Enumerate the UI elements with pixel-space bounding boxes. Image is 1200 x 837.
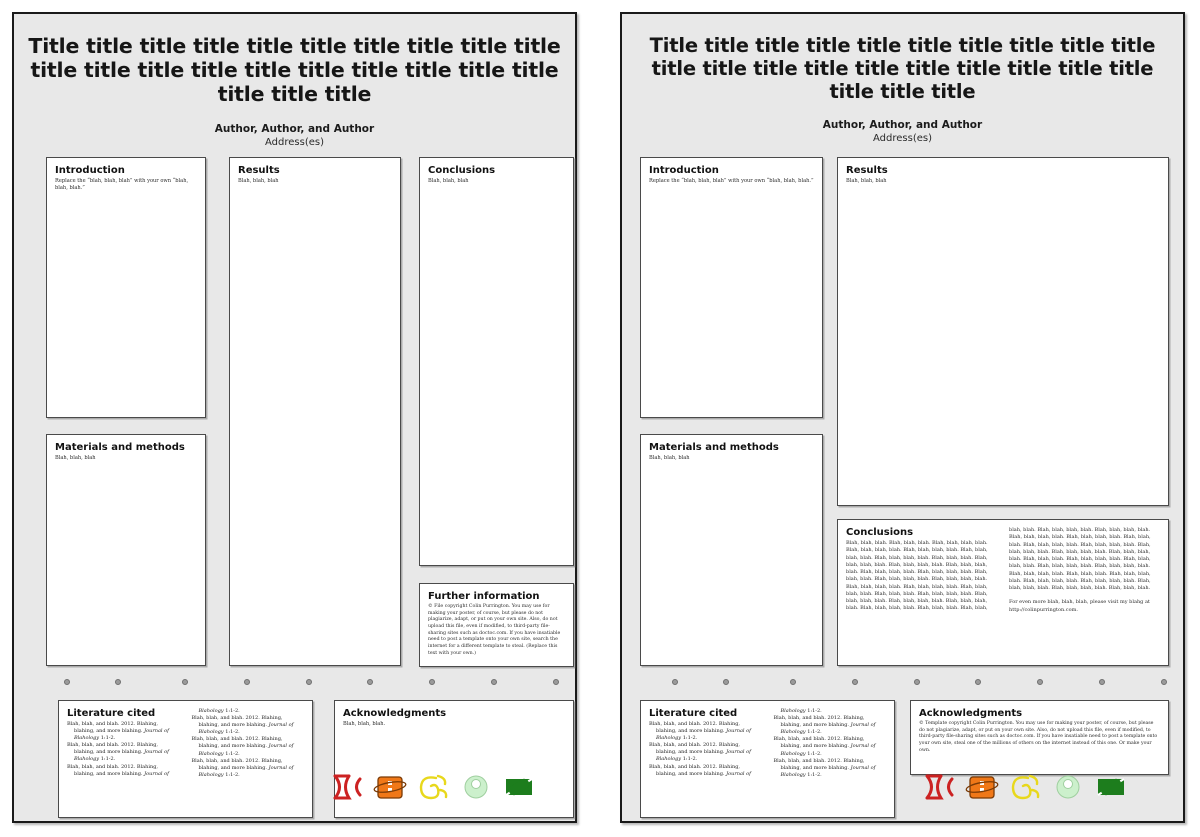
poster-address: Address(es) [873, 133, 932, 144]
guide-dot[interactable] [1160, 679, 1167, 685]
section-title: Conclusions [846, 527, 914, 538]
reference-entry: Blah, blah, and blah. 2012. Blahing, bla… [191, 757, 294, 778]
section-title: Further information [428, 591, 540, 602]
logo-lightgreen-cell-icon [1056, 775, 1080, 799]
reference-entry: Blah, blah, and blah. 2012. Blahing, bla… [67, 721, 169, 742]
reference-entry: Blah, blah, and blah. 2012. Blahing, bla… [649, 742, 751, 763]
poster-variant-left[interactable]: Title title title title title title titl… [12, 12, 577, 823]
section-body: Blah, blah, blah [428, 178, 469, 184]
section-results[interactable]: Results Blah, blah, blah [229, 157, 401, 666]
section-title: Materials and methods [649, 442, 779, 453]
guide-dot[interactable] [1098, 679, 1105, 685]
reference-entry: Blah, blah, and blah. 2012. Blahing, bla… [191, 715, 294, 736]
section-materials-and-methods[interactable]: Materials and methods Blah, blah, blah [640, 434, 823, 666]
section-conclusions[interactable]: Conclusions Blah, blah, blah [419, 157, 574, 566]
section-body: © File copyright Colin Purrington. You m… [428, 604, 561, 656]
section-literature-cited[interactable]: Literature cited Blah, blah, and blah. 2… [640, 700, 895, 818]
guide-dot[interactable] [722, 679, 729, 685]
section-title: Results [238, 165, 280, 176]
section-introduction[interactable]: Introduction Replace the “blah, blah, bl… [46, 157, 206, 418]
logo-darkgreen-capsule-icon [505, 778, 533, 796]
page-title: Title title title title title title titl… [28, 34, 561, 107]
section-body: Blah, blah, blah [55, 455, 96, 461]
poster-comparison-canvas: Title title title title title title titl… [0, 0, 1200, 837]
guide-dot[interactable] [490, 679, 497, 685]
logo-strip [330, 772, 536, 802]
guide-dot[interactable] [1037, 679, 1044, 685]
section-title: Results [846, 165, 888, 176]
section-title: Conclusions [428, 165, 496, 176]
guide-dot[interactable] [244, 679, 250, 685]
logo-red-hourglass-icon [925, 774, 954, 800]
guide-dot[interactable] [552, 679, 559, 685]
guide-dot[interactable] [790, 679, 797, 685]
section-conclusions[interactable]: Conclusions Blah, blah, blah. Blah, blah… [837, 519, 1169, 666]
section-body: © Template copyright Colin Purrington. Y… [919, 721, 1158, 753]
logo-darkgreen-capsule-icon [1097, 778, 1125, 796]
logo-lightgreen-cell-icon [464, 775, 488, 799]
logo-yellow-spiral-icon [1011, 774, 1040, 800]
section-results[interactable]: Results Blah, blah, blah [837, 157, 1169, 506]
guide-dot[interactable] [913, 679, 920, 685]
reference-entry: Blah, blah, and blah. 2012. Blahing, bla… [191, 736, 294, 757]
guide-dot[interactable] [367, 679, 374, 685]
guide-dot[interactable] [429, 679, 436, 685]
section-body: Blah, blah, blah [649, 455, 690, 461]
reference-entry: Blah, blah, and blah. 2012. Blahing, bla… [649, 721, 751, 742]
poster-address: Address(es) [265, 136, 324, 148]
logo-orange-box-icon [965, 776, 999, 799]
section-title: Introduction [649, 165, 719, 176]
section-materials-and-methods[interactable]: Materials and methods Blah, blah, blah [46, 434, 206, 666]
guide-dot[interactable] [672, 679, 679, 685]
section-body: Replace the “blah, blah, blah” with your… [55, 178, 189, 192]
section-body: Blah, blah, blah [238, 178, 279, 184]
reference-entry: Blah, blah, and blah. 2012. Blahing, bla… [773, 757, 876, 778]
blog-note: For even more blah, blah, blah, please v… [1009, 599, 1150, 613]
section-acknowledgments[interactable]: Acknowledgments © Template copyright Col… [910, 700, 1169, 775]
guide-dot[interactable] [114, 679, 121, 685]
section-title: Literature cited [67, 708, 156, 719]
section-title: Materials and methods [55, 442, 185, 453]
section-body: Blah, blah, blah. [343, 721, 386, 727]
logo-yellow-spiral-icon [419, 774, 448, 800]
guide-dot[interactable] [64, 679, 71, 685]
guide-dot[interactable] [305, 679, 312, 685]
poster-variant-right[interactable]: Title title title title title title titl… [620, 12, 1185, 823]
guide-dot-row [14, 679, 575, 691]
guide-dot-row [622, 679, 1183, 691]
reference-entry: Blah, blah, and blah. 2012. Blahing, bla… [67, 742, 169, 763]
section-body: Replace the “blah, blah, blah” with your… [649, 178, 814, 184]
guide-dot[interactable] [182, 679, 189, 685]
poster-authors: Author, Author, and Author [214, 122, 375, 135]
section-further-information[interactable]: Further information © File copyright Col… [419, 583, 574, 667]
section-body: Blah, blah, blah [846, 178, 887, 184]
guide-dot[interactable] [852, 679, 858, 685]
section-title: Acknowledgments [343, 708, 447, 719]
section-title: Introduction [55, 165, 125, 176]
poster-authors: Author, Author, and Author [822, 119, 983, 131]
section-literature-cited[interactable]: Literature cited Blah, blah, and blah. 2… [58, 700, 313, 818]
page-title: Title title title title title title titl… [649, 34, 1156, 103]
logo-orange-box-icon [373, 776, 407, 799]
guide-dot[interactable] [975, 679, 982, 685]
section-introduction[interactable]: Introduction Replace the “blah, blah, bl… [640, 157, 823, 418]
logo-red-hourglass-icon [333, 774, 362, 800]
reference-entry: Blah, blah, and blah. 2012. Blahing, bla… [773, 736, 876, 757]
logo-strip [922, 772, 1128, 802]
section-title: Acknowledgments [919, 708, 1023, 719]
section-title: Literature cited [649, 708, 738, 719]
reference-entry: Blah, blah, and blah. 2012. Blahing, bla… [773, 715, 876, 736]
